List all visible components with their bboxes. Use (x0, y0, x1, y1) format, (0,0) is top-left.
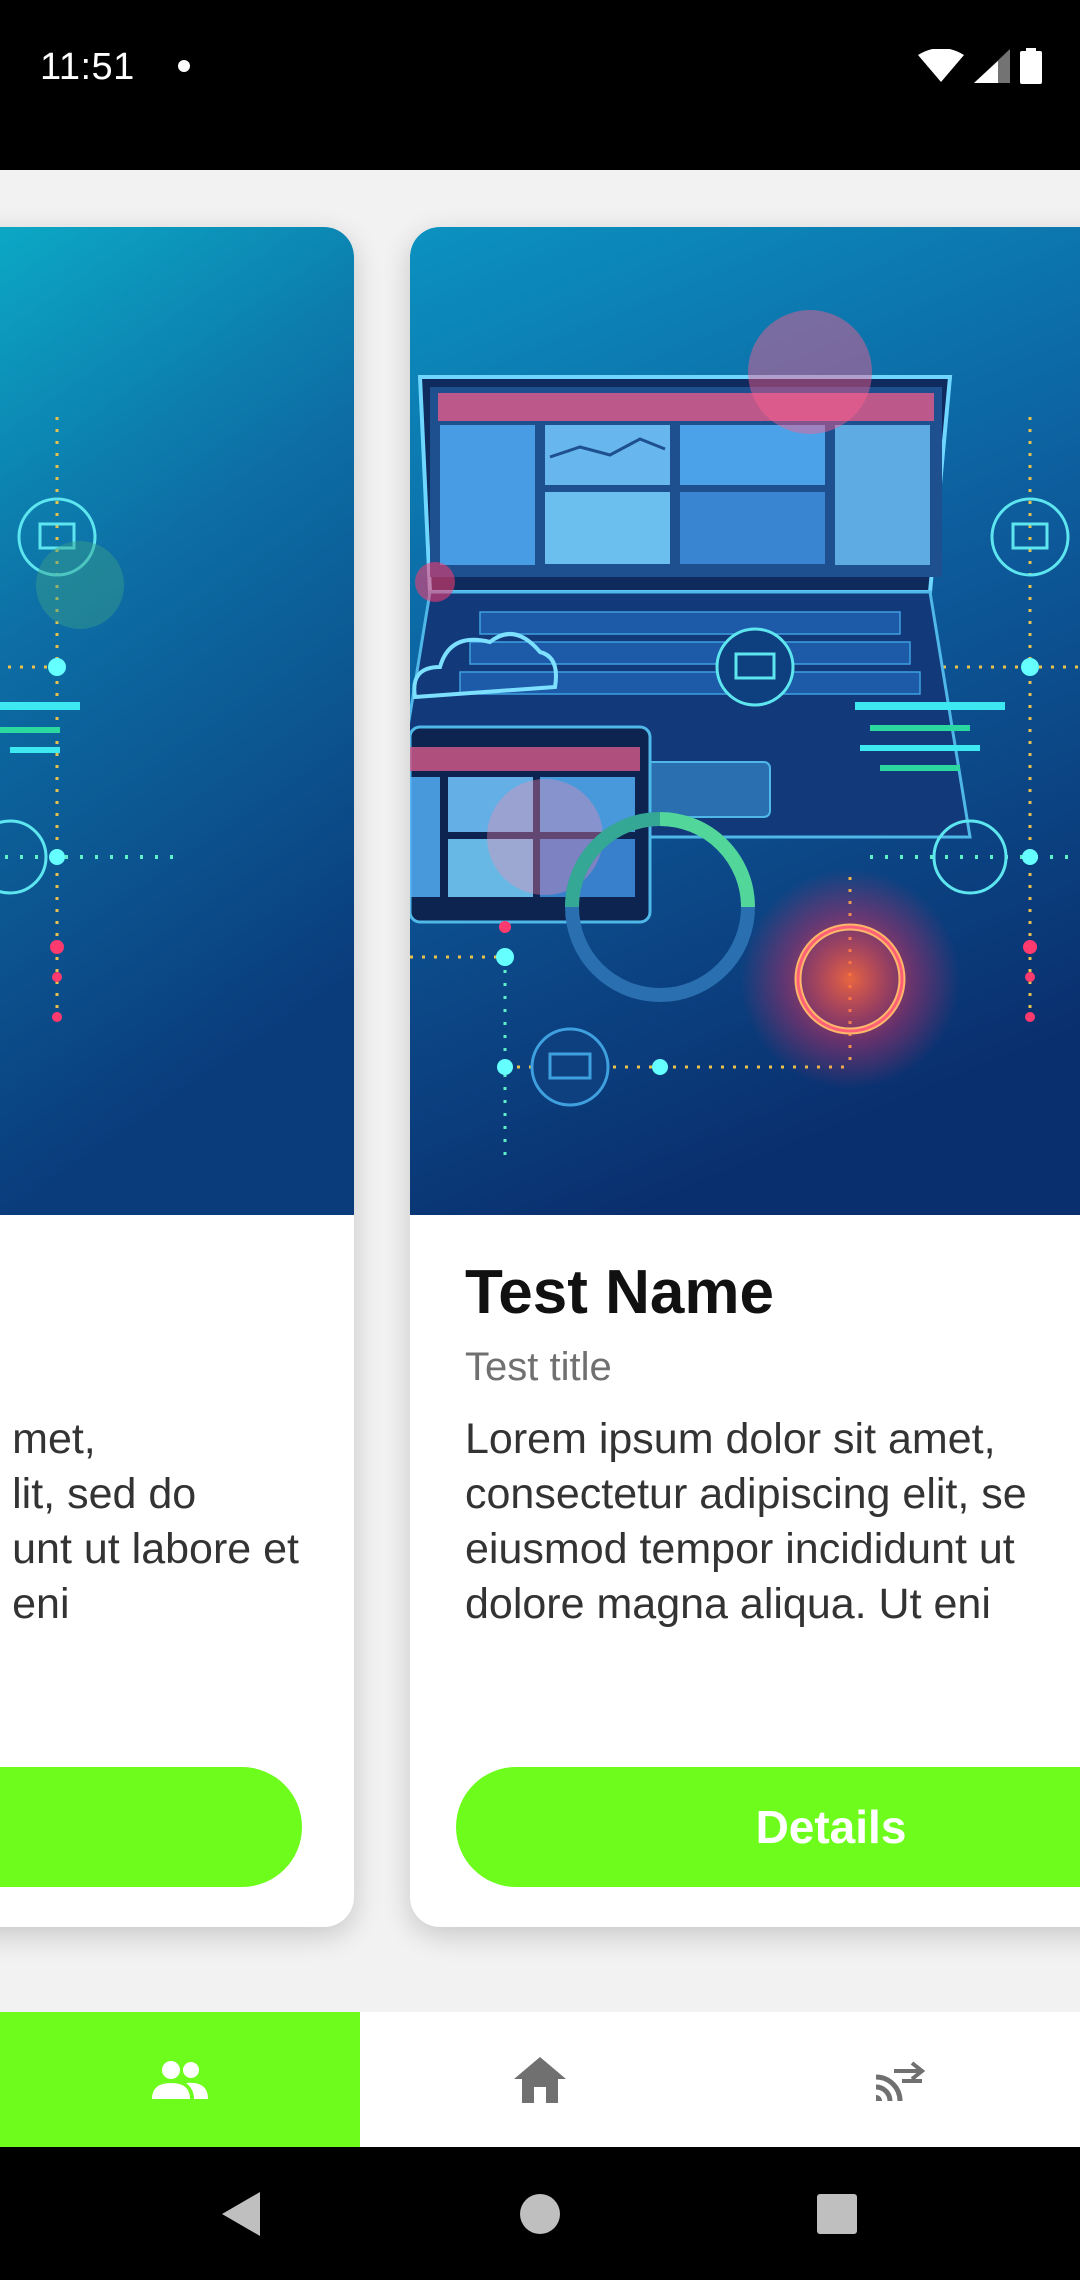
back-icon[interactable] (180, 2147, 300, 2280)
card-image (0, 227, 354, 1215)
status-bar: 11:51 (0, 0, 1080, 170)
notification-dot-icon (178, 60, 190, 72)
nav-item-people[interactable] (0, 2012, 360, 2147)
body-line: lit, sed do (12, 1470, 197, 1518)
card-name: Test Name (465, 1258, 774, 1327)
home-circle-icon[interactable] (480, 2147, 600, 2280)
status-icons (918, 48, 1042, 84)
app-screen: 11:51 met, lit, sed do unt ut labore et … (0, 0, 1080, 2280)
nav-item-home[interactable] (360, 2012, 720, 2147)
wifi-icon (918, 49, 964, 82)
body-line: consectetur adipiscing elit, se (465, 1470, 1027, 1518)
card-current[interactable]: Test Name Test title Lorem ipsum dolor s… (410, 227, 1080, 1927)
card-title: Test title (465, 1345, 612, 1389)
people-icon (152, 2060, 208, 2099)
body-line: unt ut labore et (12, 1525, 299, 1573)
card-image (410, 227, 1080, 1215)
nav-item-cast[interactable] (720, 2012, 1080, 2147)
details-button[interactable]: Details (456, 1767, 1080, 1887)
home-icon (514, 2056, 566, 2103)
card-previous-body: met, lit, sed do unt ut labore et eni (12, 1412, 299, 1632)
card-carousel[interactable]: met, lit, sed do unt ut labore et eni Te… (0, 170, 1080, 2012)
battery-icon (1020, 48, 1042, 84)
recents-icon[interactable] (777, 2147, 897, 2280)
body-line: dolore magna aliqua. Ut eni (465, 1580, 991, 1628)
card-previous[interactable]: met, lit, sed do unt ut labore et eni (0, 227, 354, 1927)
cast-icon (875, 2060, 926, 2101)
body-line: Lorem ipsum dolor sit amet, (465, 1415, 996, 1463)
details-button-previous[interactable] (0, 1767, 302, 1887)
bottom-navigation (0, 2012, 1080, 2147)
body-line: met, (12, 1415, 96, 1463)
system-navigation-bar (0, 2147, 1080, 2280)
body-line: eni (12, 1580, 70, 1628)
card-body: Lorem ipsum dolor sit amet, consectetur … (465, 1412, 1027, 1632)
body-line: eiusmod tempor incididunt ut (465, 1525, 1015, 1573)
status-time: 11:51 (40, 46, 135, 88)
signal-icon (974, 49, 1010, 83)
